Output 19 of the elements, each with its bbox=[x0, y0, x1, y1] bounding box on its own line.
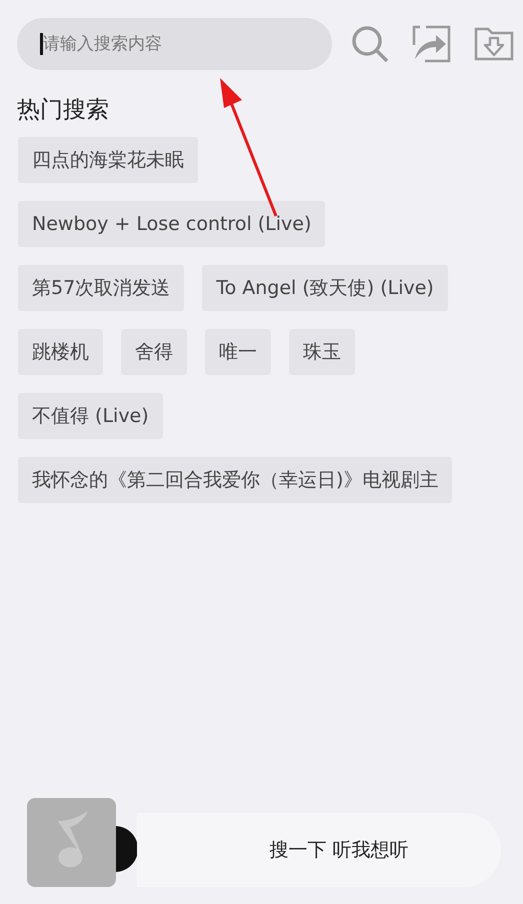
search-tag[interactable]: 我怀念的《第二回合我爱你（幸运日)》电视剧主 bbox=[18, 457, 452, 503]
player-bar[interactable]: 搜一下 听我想听 bbox=[137, 813, 501, 887]
search-tag[interactable]: 跳楼机 bbox=[18, 329, 103, 375]
search-tag[interactable]: 唯一 bbox=[205, 329, 271, 375]
text-cursor bbox=[40, 33, 43, 55]
search-tag[interactable]: 四点的海棠花未眠 bbox=[18, 137, 198, 183]
search-tag[interactable]: 第57次取消发送 bbox=[18, 265, 184, 311]
share-icon[interactable] bbox=[412, 25, 452, 63]
section-heading: 热门搜索 bbox=[17, 96, 110, 125]
search-tag[interactable]: Newboy + Lose control (Live) bbox=[18, 201, 326, 247]
search-tag[interactable]: 不值得 (Live) bbox=[18, 393, 163, 439]
player-prompt: 搜一下 听我想听 bbox=[269, 838, 409, 863]
search-field[interactable]: 请输入搜索内容 bbox=[17, 18, 332, 70]
search-tag[interactable]: To Angel (致天使) (Live) bbox=[202, 265, 448, 311]
album-cover[interactable] bbox=[27, 798, 116, 887]
search-tag[interactable]: 舍得 bbox=[121, 329, 187, 375]
search-tag[interactable]: 珠玉 bbox=[289, 329, 355, 375]
folder-download-icon[interactable] bbox=[474, 27, 514, 61]
search-icon[interactable] bbox=[350, 24, 390, 64]
